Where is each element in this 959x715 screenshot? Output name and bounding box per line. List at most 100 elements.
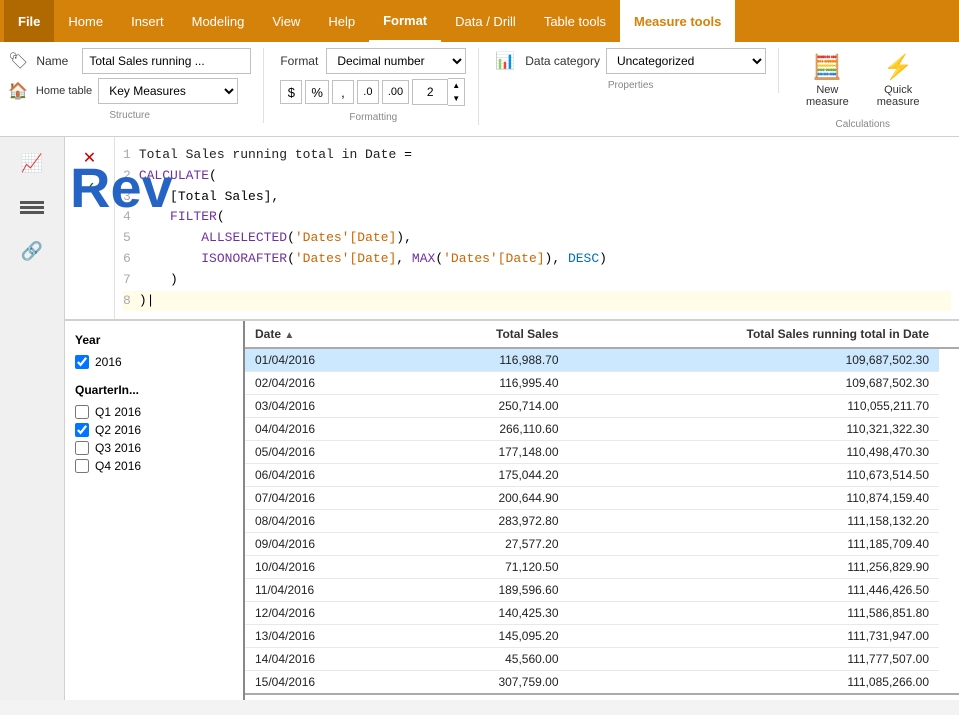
table-row: 06/04/2016 175,044.20 110,673,514.50	[245, 464, 959, 487]
decimal-spinner: ▲ ▼	[412, 78, 465, 106]
ribbon-formatting-group: Format Decimal number $ % , .0 .00 ▲ ▼ F…	[280, 48, 479, 125]
format-row: Format Decimal number	[280, 48, 466, 74]
cell-date: 06/04/2016	[245, 464, 391, 487]
cell-sales: 175,044.20	[391, 464, 568, 487]
sidebar-table-icon[interactable]	[14, 189, 50, 225]
comma-button[interactable]: ,	[332, 80, 354, 104]
new-measure-button[interactable]: 🧮 New measure	[795, 48, 860, 113]
cell-sales: 116,988.70	[391, 348, 568, 372]
table-row: 08/04/2016 283,972.80 111,158,132.20	[245, 510, 959, 533]
q4-label: Q4 2016	[95, 459, 141, 473]
data-category-select[interactable]: Uncategorized	[606, 48, 766, 74]
cell-running: 110,498,470.30	[569, 441, 940, 464]
home-table-icon: 🏠	[8, 81, 28, 101]
menu-help[interactable]: Help	[314, 0, 369, 42]
table-row: 13/04/2016 145,095.20 111,731,947.00	[245, 625, 959, 648]
cell-date: 07/04/2016	[245, 487, 391, 510]
name-row: 🏷 Name	[8, 48, 251, 74]
cell-running: 111,085,266.00	[569, 671, 940, 695]
main-area: 📈 🔗 ✕ ✓ 1Total Sales running total in Da…	[0, 137, 959, 700]
year-2016-item: 2016	[75, 355, 233, 369]
cell-date: 09/04/2016	[245, 533, 391, 556]
sidebar-model-icon[interactable]: 🔗	[14, 233, 50, 269]
cell-running: 110,874,159.40	[569, 487, 940, 510]
spinner-down[interactable]: ▼	[448, 92, 464, 105]
cell-date: 13/04/2016	[245, 625, 391, 648]
cell-running: 111,256,829.90	[569, 556, 940, 579]
properties-label: Properties	[495, 78, 766, 93]
cell-sales: 140,425.30	[391, 602, 568, 625]
ribbon: 🏷 Name 🏠 Home table Key Measures Structu…	[0, 42, 959, 137]
q2-item: Q2 2016	[75, 423, 233, 437]
q2-label: Q2 2016	[95, 423, 141, 437]
decimal-increase-button[interactable]: .00	[382, 80, 409, 104]
q1-checkbox[interactable]	[75, 405, 89, 419]
menu-insert[interactable]: Insert	[117, 0, 178, 42]
format-select[interactable]: Decimal number	[326, 48, 466, 74]
decimal-input[interactable]	[412, 79, 448, 105]
cell-running: 111,185,709.40	[569, 533, 940, 556]
quick-measure-button[interactable]: ⚡ Quick measure	[866, 48, 931, 113]
total-label: Total	[245, 694, 391, 700]
menu-modeling[interactable]: Modeling	[178, 0, 259, 42]
calculations-label: Calculations	[795, 117, 931, 132]
filter-sidebar: Year 2016 QuarterIn... Q1 2016 Q2 2016	[65, 321, 245, 700]
table-row: 04/04/2016 266,110.60 110,321,322.30	[245, 418, 959, 441]
q3-checkbox[interactable]	[75, 441, 89, 455]
q2-checkbox[interactable]	[75, 423, 89, 437]
home-table-select[interactable]: Key Measures	[98, 78, 238, 104]
sort-arrow-date[interactable]: ▲	[284, 330, 294, 341]
menu-bar: File Home Insert Modeling View Help Form…	[0, 0, 959, 42]
formula-cancel-button[interactable]: ✕	[75, 145, 105, 171]
cell-running: 109,687,502.30	[569, 348, 940, 372]
currency-button[interactable]: $	[280, 80, 302, 104]
new-measure-icon: 🧮	[812, 53, 842, 82]
quick-measure-icon: ⚡	[883, 53, 913, 82]
table-footer: Total 14,855,990.40 124,426,504.00	[245, 694, 959, 700]
cell-running: 111,586,851.80	[569, 602, 940, 625]
menu-data-drill[interactable]: Data / Drill	[441, 0, 530, 42]
cell-running: 111,731,947.00	[569, 625, 940, 648]
data-table: Date ▲ Total Sales Total Sales running t…	[245, 321, 959, 700]
formula-confirm-button[interactable]: ✓	[75, 175, 105, 201]
q4-item: Q4 2016	[75, 459, 233, 473]
cell-sales: 250,714.00	[391, 395, 568, 418]
q4-checkbox[interactable]	[75, 459, 89, 473]
ribbon-calculations-group: 🧮 New measure ⚡ Quick measure Calculatio…	[795, 48, 943, 132]
cell-sales: 189,596.60	[391, 579, 568, 602]
table-row: 12/04/2016 140,425.30 111,586,851.80	[245, 602, 959, 625]
formula-content[interactable]: 1Total Sales running total in Date =2CAL…	[115, 137, 959, 319]
cell-running: 111,158,132.20	[569, 510, 940, 533]
left-sidebar: 📈 🔗	[0, 137, 65, 700]
spinner-up[interactable]: ▲	[448, 79, 464, 92]
percent-button[interactable]: %	[305, 80, 329, 104]
table-container: Date ▲ Total Sales Total Sales running t…	[245, 321, 959, 700]
menu-home[interactable]: Home	[54, 0, 117, 42]
sidebar-report-icon[interactable]: 📈	[14, 145, 50, 181]
col-scroll	[939, 321, 959, 348]
table-row: 11/04/2016 189,596.60 111,446,426.50	[245, 579, 959, 602]
data-panel: Year 2016 QuarterIn... Q1 2016 Q2 2016	[65, 321, 959, 700]
cell-sales: 283,972.80	[391, 510, 568, 533]
menu-format[interactable]: Format	[369, 0, 441, 42]
year-2016-checkbox[interactable]	[75, 355, 89, 369]
menu-view[interactable]: View	[258, 0, 314, 42]
menu-measure-tools[interactable]: Measure tools	[620, 0, 735, 42]
total-sales-value: 14,855,990.40	[391, 694, 568, 700]
menu-file[interactable]: File	[4, 0, 54, 42]
name-input[interactable]	[82, 48, 251, 74]
table-header-row: Date ▲ Total Sales Total Sales running t…	[245, 321, 959, 348]
cell-date: 08/04/2016	[245, 510, 391, 533]
table-row: 03/04/2016 250,714.00 110,055,211.70	[245, 395, 959, 418]
cell-running: 111,777,507.00	[569, 648, 940, 671]
menu-table-tools[interactable]: Table tools	[530, 0, 620, 42]
year-filter-title: Year	[75, 333, 233, 347]
home-table-label: Home table	[36, 85, 92, 97]
cell-date: 04/04/2016	[245, 418, 391, 441]
q1-label: Q1 2016	[95, 405, 141, 419]
table-row: 05/04/2016 177,148.00 110,498,470.30	[245, 441, 959, 464]
formula-editor: ✕ ✓ 1Total Sales running total in Date =…	[65, 137, 959, 321]
decimal-decrease-button[interactable]: .0	[357, 80, 379, 104]
formula-toolbar: ✕ ✓	[65, 137, 115, 319]
cell-running: 111,446,426.50	[569, 579, 940, 602]
